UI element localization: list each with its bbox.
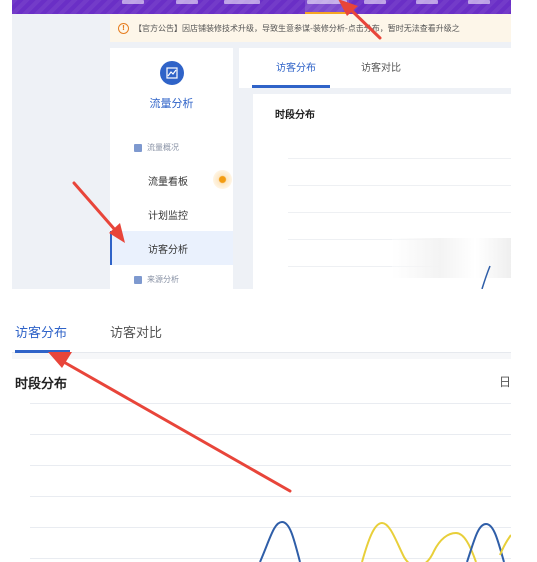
grid-line	[288, 212, 511, 213]
grid-line	[30, 403, 511, 404]
grid-line	[30, 558, 511, 559]
nav-item-active[interactable]	[305, 0, 349, 14]
blurred-region	[392, 238, 511, 278]
top-screenshot-panel: ! 【官方公告】因店铺装修技术升级，导致生意参谋-装修分析-点击分布，暂时无法查…	[12, 0, 511, 289]
tab-bar: 访客分布 访客对比	[12, 301, 511, 353]
grid-line	[30, 496, 511, 497]
chart-panel: 时段分布 日	[12, 359, 511, 562]
warning-icon: !	[118, 22, 129, 34]
active-tab-indicator	[15, 350, 70, 353]
nav-item[interactable]	[222, 0, 262, 14]
chart-title: 时段分布	[15, 377, 68, 392]
nav-item[interactable]	[362, 0, 388, 14]
chart-title: 时段分布	[275, 110, 315, 121]
top-nav-bar	[12, 0, 511, 14]
sidebar-item-label: 流量看板	[148, 176, 188, 188]
line-chart-icon	[160, 61, 184, 85]
nav-item[interactable]	[466, 0, 492, 14]
grid-line	[288, 185, 511, 186]
grid-line	[30, 465, 511, 466]
announcement-text[interactable]: 【官方公告】因店铺装修技术升级，导致生意参谋-装修分析-点击分布，暂时无法查看升…	[134, 23, 460, 34]
nav-item[interactable]	[414, 0, 440, 14]
sidebar-item-label: 计划监控	[148, 210, 188, 222]
tab-visitor-distribution[interactable]: 访客分布	[15, 322, 67, 341]
tab-bar: 访客分布 访客对比	[239, 48, 511, 88]
bottom-screenshot-panel: 访客分布 访客对比 时段分布 日	[12, 301, 511, 562]
tab-visitor-comparison[interactable]: 访客对比	[110, 322, 162, 341]
nav-item[interactable]	[120, 0, 146, 14]
grid-line	[288, 158, 511, 159]
notification-dot	[213, 170, 232, 189]
sidebar-item-plan-monitor[interactable]: 计划监控	[110, 197, 233, 231]
sidebar-title: 流量分析	[149, 97, 194, 110]
grid-line	[30, 434, 511, 435]
sidebar-group-label: 流量概况	[147, 143, 179, 152]
active-tab-indicator	[252, 85, 330, 88]
sidebar-item-visitor-analysis[interactable]: 访客分析	[110, 231, 233, 265]
sidebar-item-label: 访客分析	[148, 244, 188, 256]
sidebar: 流量分析 流量概况 流量看板 计划监控 访客分析 来源分析	[110, 48, 233, 289]
tab-visitor-distribution[interactable]: 访客分布	[276, 59, 316, 74]
announcement-bar: ! 【官方公告】因店铺装修技术升级，导致生意参谋-装修分析-点击分布，暂时无法查…	[110, 14, 511, 42]
tab-visitor-comparison[interactable]: 访客对比	[361, 59, 401, 74]
sidebar-group-overview: 流量概况	[134, 142, 179, 153]
sidebar-group-label: 来源分析	[147, 275, 179, 284]
sidebar-group-source: 来源分析	[134, 274, 179, 285]
chart-option-label[interactable]: 日	[499, 373, 511, 390]
nav-item[interactable]	[174, 0, 200, 14]
building-icon	[134, 143, 142, 152]
building-icon	[134, 275, 142, 284]
grid-line	[30, 527, 511, 528]
